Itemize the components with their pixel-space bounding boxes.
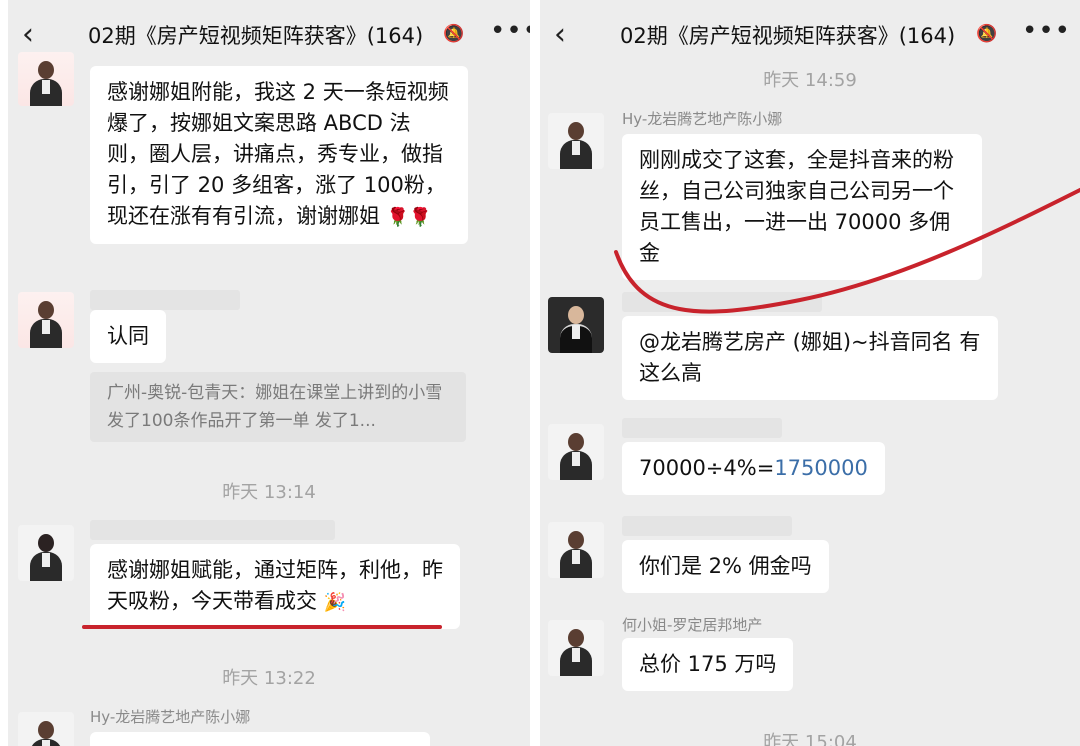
sender-name: 何小姐-罗定居邦地产 — [622, 616, 763, 634]
avatar[interactable] — [18, 525, 74, 581]
message-text: @龙岩腾艺房产 (娜姐)~抖音同名 有这么高 — [639, 330, 981, 385]
message-bubble[interactable]: 刚刚成交了这套，全是抖音来的粉丝，自己公司独家自己公司另一个员工售出，一进一出 … — [622, 134, 982, 280]
calculation-result: 1750000 — [774, 456, 868, 480]
message-text: 刚刚成交了这套，全是抖音来的粉丝，自己公司独家自己公司另一个员工售出，一进一出 … — [639, 148, 954, 265]
bell-off-icon: 🔕 — [443, 24, 465, 44]
message-text: 你们是 2% 佣金吗 — [639, 554, 812, 578]
message-text: 总价 175 万吗 — [639, 652, 777, 676]
party-popper-emoji: 🎉 — [323, 592, 347, 613]
sender-name: Hy-龙岩腾艺地产陈小娜 — [622, 110, 783, 128]
message-bubble[interactable]: 你们是 2% 佣金吗 — [622, 540, 829, 593]
message-bubble[interactable]: 认同 — [90, 310, 166, 363]
avatar[interactable] — [548, 620, 604, 676]
back-chevron-icon[interactable]: ‹ — [22, 20, 52, 52]
avatar[interactable] — [18, 712, 74, 746]
avatar[interactable] — [18, 52, 74, 106]
blurred-sender-name — [622, 418, 782, 438]
rose-emoji: 🌹🌹 — [386, 207, 432, 228]
message-bubble[interactable]: 总价 175 万吗 — [622, 638, 794, 691]
timestamp: 昨天 14:59 — [763, 70, 857, 91]
message-bubble[interactable]: @龙岩腾艺房产 (娜姐)~抖音同名 有这么高 — [622, 316, 998, 400]
blurred-sender-name — [622, 516, 792, 536]
blurred-sender-name — [622, 292, 822, 312]
chat-header: ‹ 02期《房产短视频矩阵获客》(164) 🔕 ••• — [8, 0, 530, 70]
back-chevron-icon[interactable]: ‹ — [554, 20, 584, 52]
message-text: 感谢娜姐附能，我这 2 天一条短视频爆了，按娜姐文案思路 ABCD 法则，圈人层… — [107, 80, 449, 228]
timestamp: 昨天 13:22 — [222, 668, 316, 689]
chat-screenshot-left: ‹ 02期《房产短视频矩阵获客》(164) 🔕 ••• 感谢娜姐附能，我这 2 … — [8, 0, 530, 746]
sender-name: Hy-龙岩腾艺地产陈小娜 — [90, 708, 251, 726]
chat-title: 02期《房产短视频矩阵获客》(164) — [620, 24, 956, 48]
red-underline-annotation — [82, 625, 442, 629]
avatar[interactable] — [548, 522, 604, 578]
bell-off-icon: 🔕 — [976, 24, 998, 44]
chat-screenshot-right: ‹ 02期《房产短视频矩阵获客》(164) 🔕 ••• 昨天 14:59 Hy-… — [540, 0, 1080, 746]
avatar[interactable] — [548, 113, 604, 169]
timestamp: 昨天 15:04 — [763, 732, 857, 746]
message-bubble[interactable]: 感谢娜姐附能，我这 2 天一条短视频爆了，按娜姐文案思路 ABCD 法则，圈人层… — [90, 66, 468, 244]
message-bubble[interactable] — [90, 732, 430, 746]
avatar[interactable] — [548, 297, 604, 353]
message-text: 70000÷4%= — [639, 456, 775, 480]
timestamp: 昨天 13:14 — [222, 482, 316, 503]
more-icon[interactable]: ••• — [490, 16, 530, 46]
chat-title: 02期《房产短视频矩阵获客》(164) — [88, 24, 424, 48]
chat-header: ‹ 02期《房产短视频矩阵获客》(164) 🔕 ••• — [540, 0, 1080, 70]
message-text: 感谢娜姐赋能，通过矩阵，利他，昨天吸粉，今天带看成交 — [107, 558, 443, 613]
message-bubble[interactable]: 70000÷4%=1750000 — [622, 442, 885, 495]
more-icon[interactable]: ••• — [1022, 16, 1071, 46]
message-bubble[interactable]: 感谢娜姐赋能，通过矩阵，利他，昨天吸粉，今天带看成交 🎉 — [90, 544, 460, 629]
avatar[interactable] — [548, 424, 604, 480]
quoted-message[interactable]: 广州-奥锐-包青天：娜姐在课堂上讲到的小雪 发了100条作品开了第一单 发了1.… — [90, 372, 466, 442]
blurred-sender-name — [90, 520, 335, 540]
message-text: 认同 — [107, 324, 149, 348]
avatar[interactable] — [18, 292, 74, 348]
blurred-sender-name — [90, 290, 240, 310]
